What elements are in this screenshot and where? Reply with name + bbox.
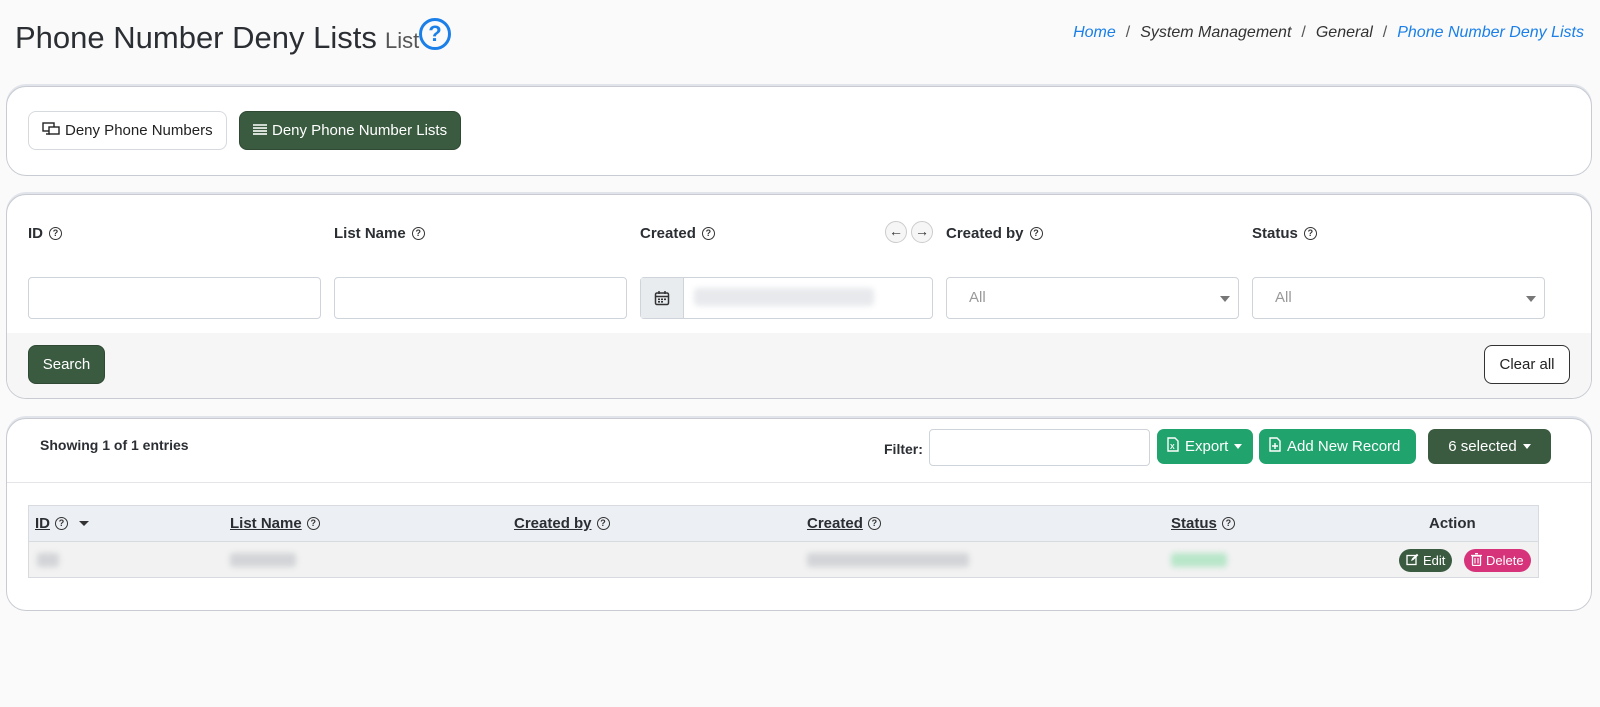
tab-label: Deny Phone Number Lists xyxy=(272,122,448,139)
help-icon[interactable]: ? xyxy=(1029,226,1043,240)
arrow-right-icon[interactable]: → xyxy=(911,221,933,243)
page-title: Phone Number Deny Lists xyxy=(15,20,377,55)
calendar-icon[interactable] xyxy=(641,278,684,318)
breadcrumb-general: General xyxy=(1315,24,1373,41)
list-icon xyxy=(253,123,267,138)
tab-deny-phone-number-lists[interactable]: Deny Phone Number Lists xyxy=(239,111,462,150)
trash-icon xyxy=(1471,552,1482,569)
help-icon[interactable]: ? xyxy=(867,517,881,530)
page-header: Phone Number Deny Lists List ? Home / Sy… xyxy=(15,16,1584,60)
clear-all-button[interactable]: Clear all xyxy=(1484,345,1570,384)
edit-label: Edit xyxy=(1423,553,1446,568)
export-label: Export xyxy=(1185,438,1229,455)
chevron-down-icon xyxy=(1234,444,1243,449)
help-icon[interactable]: ? xyxy=(411,226,425,240)
breadcrumb-separator: / xyxy=(1301,24,1306,41)
divider xyxy=(7,482,1591,483)
svg-text:X: X xyxy=(1170,444,1175,451)
column-header-action: Action xyxy=(1429,515,1476,532)
search-button[interactable]: Search xyxy=(28,345,105,384)
table-row[interactable]: Edit Delete xyxy=(29,542,1538,577)
list-name-input[interactable] xyxy=(334,277,627,319)
breadcrumb-system-management: System Management xyxy=(1140,24,1292,41)
field-status: Status? All xyxy=(1252,223,1545,319)
chevron-down-icon xyxy=(1522,444,1531,449)
selected-label: 6 selected xyxy=(1448,438,1517,455)
select-value: All xyxy=(969,289,986,306)
edit-button[interactable]: Edit xyxy=(1399,549,1453,572)
delete-label: Delete xyxy=(1486,553,1524,568)
field-created: Created? ← → xyxy=(640,221,933,319)
tabs-card: Deny Phone Numbers Deny Phone Number Lis… xyxy=(6,86,1592,176)
filter-input[interactable] xyxy=(929,429,1150,466)
column-header-list-name[interactable]: List Name? xyxy=(230,515,320,532)
status-select[interactable]: All xyxy=(1252,277,1545,319)
blurred-cell-status xyxy=(1171,553,1227,567)
help-icon[interactable]: ? xyxy=(1303,226,1317,240)
file-plus-icon xyxy=(1269,437,1281,456)
table-header: ID? List Name? Created by? Created? Stat… xyxy=(29,506,1538,542)
filter-label: Filter: xyxy=(884,441,923,457)
blurred-cell-id xyxy=(37,553,59,567)
question-circle-icon[interactable]: ? xyxy=(419,18,451,50)
select-value: All xyxy=(1275,289,1292,306)
tab-label: Deny Phone Numbers xyxy=(65,122,213,139)
breadcrumb: Home / System Management / General / Pho… xyxy=(1073,24,1584,42)
help-icon[interactable]: ? xyxy=(49,226,62,240)
field-label: List Name xyxy=(334,224,406,242)
edit-icon xyxy=(1406,553,1419,569)
page-subtitle: List xyxy=(385,28,420,53)
file-excel-icon: X xyxy=(1167,437,1179,456)
breadcrumb-separator: / xyxy=(1382,24,1388,41)
field-label: Created xyxy=(640,224,696,242)
columns-selected-dropdown[interactable]: 6 selected xyxy=(1428,429,1551,464)
tab-deny-phone-numbers[interactable]: Deny Phone Numbers xyxy=(28,111,227,150)
search-card: ID? List Name? Created? ← → Created by? … xyxy=(6,194,1592,399)
chevron-down-icon xyxy=(1220,296,1230,302)
field-created-by: Created by? All xyxy=(946,223,1239,319)
column-header-status[interactable]: Status? xyxy=(1171,515,1235,532)
add-new-record-button[interactable]: Add New Record xyxy=(1259,429,1416,464)
column-header-id[interactable]: ID? xyxy=(35,515,89,532)
help-icon[interactable]: ? xyxy=(596,517,610,530)
breadcrumb-separator: / xyxy=(1125,24,1131,41)
help-icon[interactable]: ? xyxy=(55,517,68,530)
id-input[interactable] xyxy=(28,277,321,319)
data-table: ID? List Name? Created by? Created? Stat… xyxy=(28,505,1539,578)
column-header-created[interactable]: Created? xyxy=(807,515,881,532)
help-icon[interactable]: ? xyxy=(1221,517,1235,530)
created-daterange-input[interactable] xyxy=(640,277,933,319)
breadcrumb-current[interactable]: Phone Number Deny Lists xyxy=(1397,24,1584,42)
delete-button[interactable]: Delete xyxy=(1464,549,1531,572)
breadcrumb-home[interactable]: Home xyxy=(1073,24,1116,42)
monitor-network-icon xyxy=(42,122,60,139)
arrow-left-icon[interactable]: ← xyxy=(885,221,907,243)
field-label: Status xyxy=(1252,224,1298,242)
sort-desc-icon xyxy=(79,521,89,526)
chevron-down-icon xyxy=(1526,296,1536,302)
entries-count: Showing 1 of 1 entries xyxy=(40,437,189,453)
help-icon[interactable]: ? xyxy=(701,226,715,240)
table-card: Showing 1 of 1 entries Filter: X Export … xyxy=(6,418,1592,611)
export-button[interactable]: X Export xyxy=(1157,429,1253,464)
search-footer: Search Clear all xyxy=(7,333,1591,398)
field-list-name: List Name? xyxy=(334,223,627,319)
blurred-cell-created xyxy=(807,553,969,567)
field-label: Created by xyxy=(946,224,1024,242)
created-by-select[interactable]: All xyxy=(946,277,1239,319)
field-label: ID xyxy=(28,224,43,242)
blurred-cell-list-name xyxy=(230,553,296,567)
blurred-date-range xyxy=(694,288,874,306)
column-header-created-by[interactable]: Created by? xyxy=(514,515,610,532)
add-new-record-label: Add New Record xyxy=(1287,438,1401,455)
field-id: ID? xyxy=(28,223,321,319)
help-icon[interactable]: ? xyxy=(306,517,320,530)
